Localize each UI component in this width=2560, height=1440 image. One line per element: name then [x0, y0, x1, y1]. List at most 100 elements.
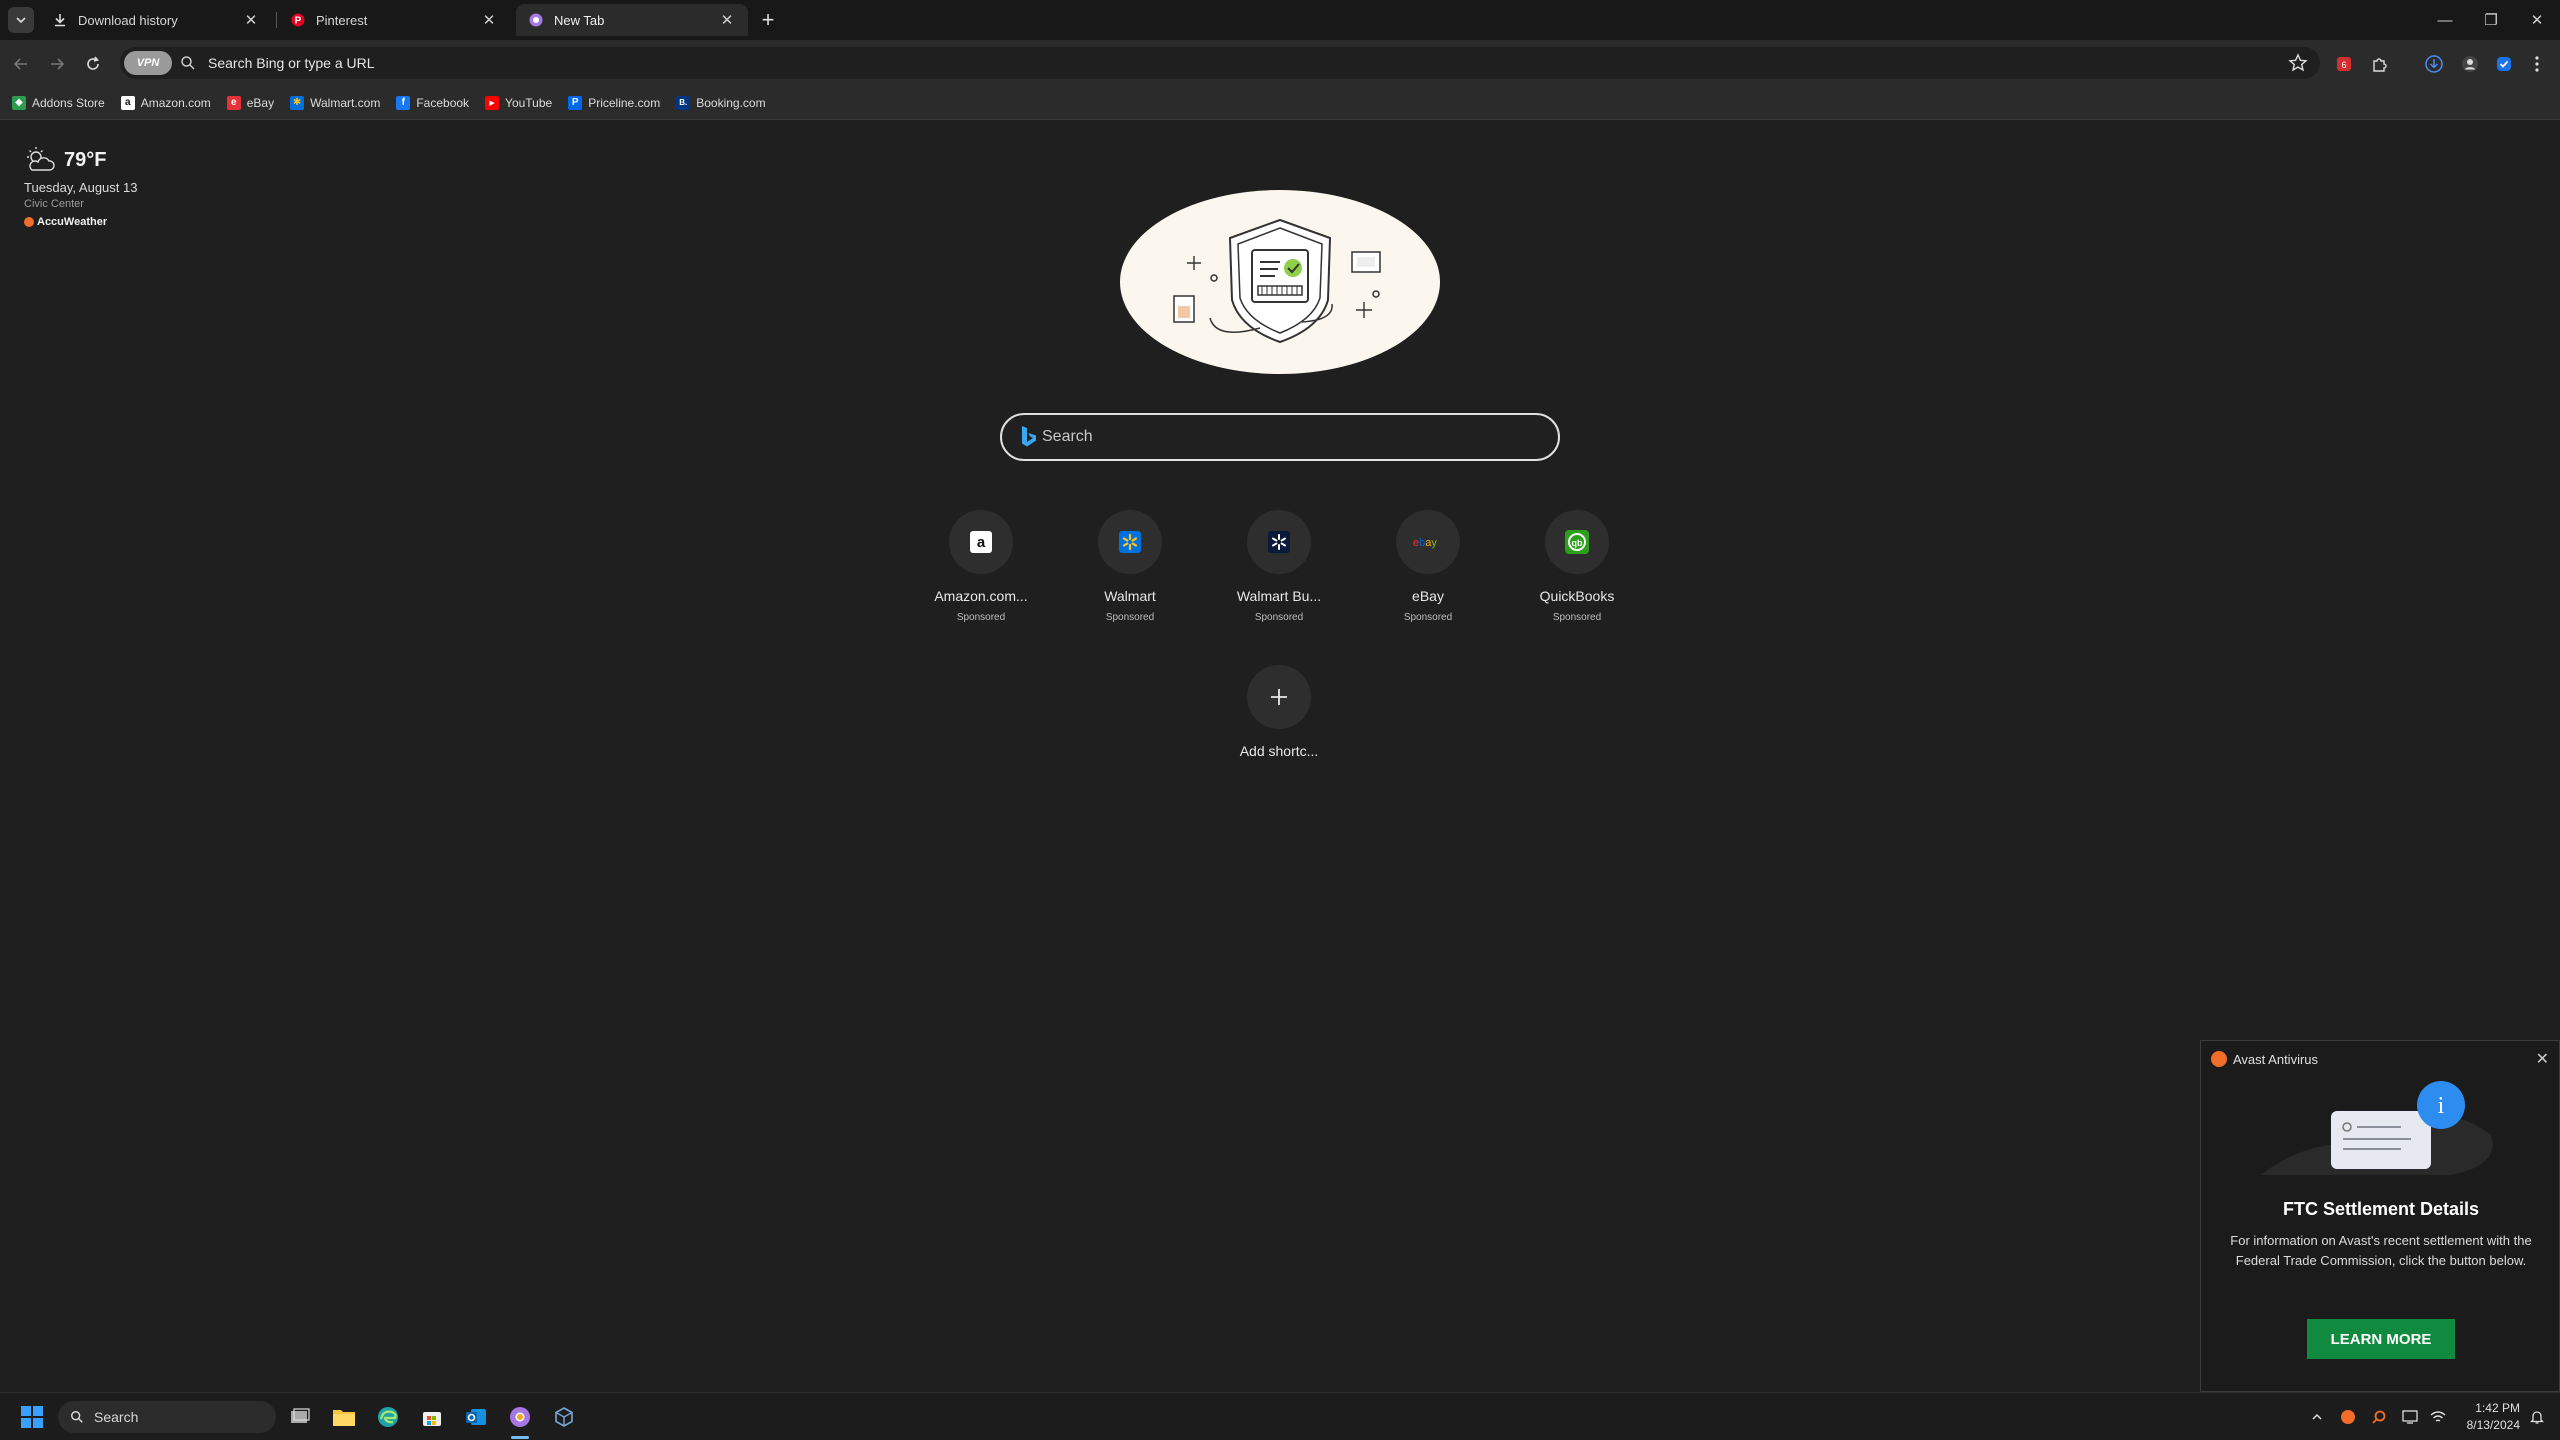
- clock-time: 1:42 PM: [2475, 1401, 2520, 1415]
- virtualbox-icon[interactable]: [550, 1403, 578, 1431]
- display-tray-icon[interactable]: [2396, 1403, 2424, 1431]
- shortcut-icon-circle: a: [949, 510, 1013, 574]
- sponsored-label: Sponsored: [1552, 612, 1602, 623]
- extension-badge-icon[interactable]: 6: [2333, 53, 2355, 75]
- downloads-icon[interactable]: [2423, 53, 2445, 75]
- chevron-up-icon[interactable]: [2303, 1403, 2331, 1431]
- booking-icon: B.: [676, 95, 691, 110]
- weather-source[interactable]: AccuWeather: [24, 216, 137, 228]
- puzzle-icon[interactable]: [2369, 53, 2391, 75]
- weather-widget[interactable]: 79°F Tuesday, August 13 Civic Center Acc…: [24, 146, 137, 228]
- priceline-icon: P: [568, 95, 583, 110]
- shortcut-label: eBay: [1412, 588, 1444, 604]
- shortcut-label: Walmart: [1104, 588, 1156, 604]
- star-icon[interactable]: [2288, 53, 2308, 73]
- vpn-button[interactable]: VPN: [124, 51, 172, 75]
- tab-download-history[interactable]: Download history ✕: [40, 4, 272, 36]
- system-clock[interactable]: 1:42 PM 8/13/2024: [2467, 1400, 2520, 1434]
- avast-body: For information on Avast's recent settle…: [2230, 1233, 2532, 1268]
- bookmark-youtube[interactable]: ▶ YouTube: [485, 95, 553, 110]
- browser-taskbar-icon[interactable]: [506, 1403, 534, 1431]
- hero-illustration: [1120, 190, 1440, 374]
- chevron-down-icon: [16, 17, 26, 24]
- tab-divider: [276, 12, 277, 28]
- learn-more-button[interactable]: LEARN MORE: [2307, 1319, 2455, 1359]
- avast-tray-icon[interactable]: [2334, 1403, 2362, 1431]
- add-shortcut-label: Add shortc...: [1239, 743, 1319, 759]
- bookmark-label: Addons Store: [32, 95, 105, 110]
- search-icon: [181, 56, 195, 70]
- close-window-icon[interactable]: ✕: [2522, 8, 2552, 32]
- store-icon[interactable]: [418, 1403, 446, 1431]
- taskbar-search[interactable]: Search: [58, 1401, 276, 1433]
- notification-bell-icon[interactable]: [2523, 1403, 2551, 1431]
- profile-icon[interactable]: [2459, 53, 2481, 75]
- close-icon[interactable]: ✕: [242, 11, 260, 29]
- bookmark-booking[interactable]: B. Booking.com: [676, 95, 766, 110]
- search-box[interactable]: [1000, 413, 1560, 461]
- address-bar[interactable]: VPN Search Bing or type a URL: [120, 47, 2320, 79]
- bookmark-walmart[interactable]: ✱ Walmart.com: [290, 95, 380, 110]
- weather-date: Tuesday, August 13: [24, 180, 138, 195]
- shield-check-icon[interactable]: [2493, 53, 2515, 75]
- weather-temperature: 79°F: [64, 148, 107, 171]
- shortcut-label: QuickBooks: [1539, 588, 1615, 604]
- new-tab-button[interactable]: +: [756, 7, 780, 32]
- shortcut-ebay[interactable]: ebay eBay Sponsored: [1368, 510, 1488, 623]
- info-message-illustration: i: [2261, 1081, 2493, 1175]
- task-view-icon[interactable]: [286, 1403, 314, 1431]
- search-input[interactable]: [1042, 424, 1542, 450]
- walmart-business-icon: [1268, 531, 1290, 553]
- bookmark-label: Booking.com: [696, 95, 766, 110]
- download-icon: [52, 12, 68, 28]
- search-icon: [71, 1411, 83, 1423]
- search-tray-icon[interactable]: [2365, 1403, 2393, 1431]
- shortcut-amazon[interactable]: a Amazon.com... Sponsored: [921, 510, 1041, 623]
- arrow-right-icon: [51, 58, 65, 70]
- file-explorer-icon[interactable]: [330, 1403, 358, 1431]
- svg-text:ebay: ebay: [1413, 537, 1437, 549]
- avast-app-name: Avast Antivirus: [2233, 1051, 2319, 1067]
- sponsored-label: Sponsored: [1105, 612, 1155, 623]
- shortcut-label: Amazon.com...: [934, 588, 1028, 604]
- minimize-icon[interactable]: —: [2430, 8, 2460, 32]
- shortcut-quickbooks[interactable]: qb QuickBooks Sponsored: [1517, 510, 1637, 623]
- avast-logo-icon: [2211, 1051, 2227, 1067]
- amazon-icon: a: [120, 95, 135, 110]
- tab-new-tab[interactable]: New Tab ✕: [516, 4, 748, 36]
- menu-icon[interactable]: [2526, 53, 2548, 75]
- network-icon[interactable]: [2424, 1403, 2452, 1431]
- avast-title: FTC Settlement Details: [2282, 1199, 2480, 1219]
- forward-button[interactable]: [44, 51, 70, 77]
- bookmark-facebook[interactable]: f Facebook: [396, 95, 470, 110]
- plus-icon: [1271, 689, 1287, 705]
- weather-location: Civic Center: [24, 198, 84, 210]
- close-icon[interactable]: ✕: [2536, 1049, 2549, 1069]
- bookmark-amazon[interactable]: a Amazon.com: [120, 95, 211, 110]
- amazon-icon: a: [970, 531, 992, 553]
- windows-start-icon[interactable]: [18, 1403, 46, 1431]
- restore-icon[interactable]: ❐: [2476, 8, 2506, 32]
- tab-pinterest[interactable]: P Pinterest ✕: [278, 4, 510, 36]
- reload-button[interactable]: [80, 51, 106, 77]
- edge-icon[interactable]: [374, 1403, 402, 1431]
- shortcut-walmart-business[interactable]: Walmart Bu... Sponsored: [1219, 510, 1339, 623]
- bookmark-label: YouTube: [505, 95, 553, 110]
- bookmark-addons-store[interactable]: ◆ Addons Store: [12, 95, 105, 110]
- tab-search-button[interactable]: [8, 7, 34, 33]
- bookmark-label: Facebook: [416, 95, 470, 110]
- close-icon[interactable]: ✕: [718, 11, 736, 29]
- walmart-icon: ✱: [290, 95, 305, 110]
- outlook-icon[interactable]: [462, 1403, 490, 1431]
- ebay-icon: e: [226, 95, 241, 110]
- bing-icon: [1022, 426, 1036, 447]
- shortcut-icon-circle: ebay: [1396, 510, 1460, 574]
- back-button[interactable]: [8, 51, 34, 77]
- bookmark-ebay[interactable]: e eBay: [226, 95, 274, 110]
- add-shortcut-button[interactable]: Add shortc...: [1219, 665, 1339, 759]
- ebay-icon: ebay: [1413, 537, 1437, 549]
- close-icon[interactable]: ✕: [480, 11, 498, 29]
- bookmark-priceline[interactable]: P Priceline.com: [568, 95, 660, 110]
- reload-icon: [87, 56, 99, 70]
- shortcut-walmart[interactable]: Walmart Sponsored: [1070, 510, 1190, 623]
